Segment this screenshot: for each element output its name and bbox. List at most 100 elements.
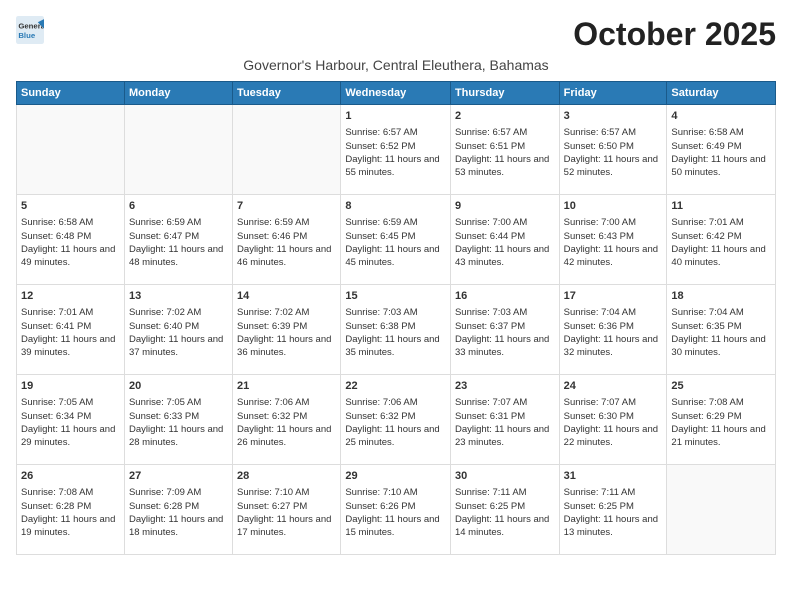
day-info: Sunrise: 7:05 AMSunset: 6:33 PMDaylight:… (129, 396, 228, 449)
weekday-header-saturday: Saturday (667, 82, 776, 105)
day-cell (233, 105, 341, 195)
day-number: 24 (564, 379, 663, 394)
day-number: 15 (345, 289, 446, 304)
weekday-header-thursday: Thursday (450, 82, 559, 105)
day-number: 12 (21, 289, 120, 304)
day-info: Sunrise: 7:10 AMSunset: 6:27 PMDaylight:… (237, 486, 336, 539)
day-cell: 10 Sunrise: 7:00 AMSunset: 6:43 PMDayligh… (559, 195, 667, 285)
day-cell: 3 Sunrise: 6:57 AMSunset: 6:50 PMDaylight… (559, 105, 667, 195)
weekday-header-row: SundayMondayTuesdayWednesdayThursdayFrid… (17, 82, 776, 105)
day-info: Sunrise: 7:06 AMSunset: 6:32 PMDaylight:… (345, 396, 446, 449)
day-number: 19 (21, 379, 120, 394)
day-info: Sunrise: 6:57 AMSunset: 6:50 PMDaylight:… (564, 126, 663, 179)
day-info: Sunrise: 7:07 AMSunset: 6:30 PMDaylight:… (564, 396, 663, 449)
day-cell: 31Sunrise: 7:11 AMSunset: 6:25 PMDayligh… (559, 465, 667, 555)
day-info: Sunrise: 7:04 AMSunset: 6:36 PMDaylight:… (564, 306, 663, 359)
weekday-header-friday: Friday (559, 82, 667, 105)
day-info: Sunrise: 7:05 AMSunset: 6:34 PMDaylight:… (21, 396, 120, 449)
weekday-header-tuesday: Tuesday (233, 82, 341, 105)
day-info: Sunrise: 7:01 AMSunset: 6:41 PMDaylight:… (21, 306, 120, 359)
day-number: 30 (455, 469, 555, 484)
day-number: 22 (345, 379, 446, 394)
calendar-table: SundayMondayTuesdayWednesdayThursdayFrid… (16, 81, 776, 555)
day-info: Sunrise: 7:06 AMSunset: 6:32 PMDaylight:… (237, 396, 336, 449)
week-row-5: 26 Sunrise: 7:08 AMSunset: 6:28 PMDayligh… (17, 465, 776, 555)
day-number: 26 (21, 469, 120, 484)
day-cell: 9 Sunrise: 7:00 AMSunset: 6:44 PMDaylight… (450, 195, 559, 285)
day-cell: 17 Sunrise: 7:04 AMSunset: 6:36 PMDayligh… (559, 285, 667, 375)
week-row-4: 19 Sunrise: 7:05 AMSunset: 6:34 PMDayligh… (17, 375, 776, 465)
logo-icon: General Blue (16, 16, 44, 44)
day-cell (17, 105, 125, 195)
day-info: Sunrise: 6:57 AMSunset: 6:51 PMDaylight:… (455, 126, 555, 179)
day-number: 4 (671, 109, 771, 124)
day-info: Sunrise: 7:00 AMSunset: 6:43 PMDaylight:… (564, 216, 663, 269)
day-number: 17 (564, 289, 663, 304)
day-number: 25 (671, 379, 771, 394)
day-number: 23 (455, 379, 555, 394)
day-info: Sunrise: 6:59 AMSunset: 6:47 PMDaylight:… (129, 216, 228, 269)
day-cell: 21 Sunrise: 7:06 AMSunset: 6:32 PMDayligh… (233, 375, 341, 465)
day-info: Sunrise: 7:11 AMSunset: 6:25 PMDaylight:… (564, 486, 663, 539)
weekday-header-sunday: Sunday (17, 82, 125, 105)
day-info: Sunrise: 7:01 AMSunset: 6:42 PMDaylight:… (671, 216, 771, 269)
day-number: 18 (671, 289, 771, 304)
day-number: 13 (129, 289, 228, 304)
day-number: 16 (455, 289, 555, 304)
day-cell: 18Sunrise: 7:04 AMSunset: 6:35 PMDayligh… (667, 285, 776, 375)
day-cell: 26 Sunrise: 7:08 AMSunset: 6:28 PMDayligh… (17, 465, 125, 555)
day-cell: 16 Sunrise: 7:03 AMSunset: 6:37 PMDayligh… (450, 285, 559, 375)
day-cell: 30Sunrise: 7:11 AMSunset: 6:25 PMDayligh… (450, 465, 559, 555)
day-cell: 19 Sunrise: 7:05 AMSunset: 6:34 PMDayligh… (17, 375, 125, 465)
day-cell: 2 Sunrise: 6:57 AMSunset: 6:51 PMDaylight… (450, 105, 559, 195)
day-info: Sunrise: 7:10 AMSunset: 6:26 PMDaylight:… (345, 486, 446, 539)
day-number: 6 (129, 199, 228, 214)
day-number: 5 (21, 199, 120, 214)
day-cell: 12 Sunrise: 7:01 AMSunset: 6:41 PMDayligh… (17, 285, 125, 375)
month-title: October 2025 (573, 16, 776, 53)
day-cell: 29Sunrise: 7:10 AMSunset: 6:26 PMDayligh… (341, 465, 451, 555)
weekday-header-monday: Monday (124, 82, 232, 105)
day-number: 27 (129, 469, 228, 484)
day-cell: 8 Sunrise: 6:59 AMSunset: 6:45 PMDaylight… (341, 195, 451, 285)
day-info: Sunrise: 7:09 AMSunset: 6:28 PMDaylight:… (129, 486, 228, 539)
week-row-2: 5 Sunrise: 6:58 AMSunset: 6:48 PMDaylight… (17, 195, 776, 285)
day-info: Sunrise: 7:02 AMSunset: 6:40 PMDaylight:… (129, 306, 228, 359)
day-number: 3 (564, 109, 663, 124)
day-cell (124, 105, 232, 195)
week-row-3: 12 Sunrise: 7:01 AMSunset: 6:41 PMDayligh… (17, 285, 776, 375)
day-info: Sunrise: 7:08 AMSunset: 6:29 PMDaylight:… (671, 396, 771, 449)
day-cell: 24 Sunrise: 7:07 AMSunset: 6:30 PMDayligh… (559, 375, 667, 465)
day-info: Sunrise: 7:00 AMSunset: 6:44 PMDaylight:… (455, 216, 555, 269)
day-info: Sunrise: 6:58 AMSunset: 6:49 PMDaylight:… (671, 126, 771, 179)
day-cell: 11Sunrise: 7:01 AMSunset: 6:42 PMDayligh… (667, 195, 776, 285)
day-info: Sunrise: 6:58 AMSunset: 6:48 PMDaylight:… (21, 216, 120, 269)
day-number: 8 (345, 199, 446, 214)
weekday-header-wednesday: Wednesday (341, 82, 451, 105)
day-number: 1 (345, 109, 446, 124)
day-info: Sunrise: 7:03 AMSunset: 6:37 PMDaylight:… (455, 306, 555, 359)
day-info: Sunrise: 7:07 AMSunset: 6:31 PMDaylight:… (455, 396, 555, 449)
day-cell (667, 465, 776, 555)
day-number: 20 (129, 379, 228, 394)
day-number: 2 (455, 109, 555, 124)
svg-text:Blue: Blue (18, 31, 36, 40)
day-info: Sunrise: 7:08 AMSunset: 6:28 PMDaylight:… (21, 486, 120, 539)
day-info: Sunrise: 6:59 AMSunset: 6:46 PMDaylight:… (237, 216, 336, 269)
day-info: Sunrise: 7:03 AMSunset: 6:38 PMDaylight:… (345, 306, 446, 359)
day-number: 14 (237, 289, 336, 304)
day-cell: 4 Sunrise: 6:58 AMSunset: 6:49 PMDaylight… (667, 105, 776, 195)
day-cell: 7Sunrise: 6:59 AMSunset: 6:46 PMDaylight… (233, 195, 341, 285)
day-number: 28 (237, 469, 336, 484)
calendar-subtitle: Governor's Harbour, Central Eleuthera, B… (16, 57, 776, 73)
day-cell: 23 Sunrise: 7:07 AMSunset: 6:31 PMDayligh… (450, 375, 559, 465)
day-info: Sunrise: 7:02 AMSunset: 6:39 PMDaylight:… (237, 306, 336, 359)
day-cell: 22 Sunrise: 7:06 AMSunset: 6:32 PMDayligh… (341, 375, 451, 465)
day-info: Sunrise: 6:59 AMSunset: 6:45 PMDaylight:… (345, 216, 446, 269)
day-cell: 13 Sunrise: 7:02 AMSunset: 6:40 PMDayligh… (124, 285, 232, 375)
day-number: 10 (564, 199, 663, 214)
day-cell: 20 Sunrise: 7:05 AMSunset: 6:33 PMDayligh… (124, 375, 232, 465)
day-cell: 15 Sunrise: 7:03 AMSunset: 6:38 PMDayligh… (341, 285, 451, 375)
day-number: 21 (237, 379, 336, 394)
day-number: 9 (455, 199, 555, 214)
